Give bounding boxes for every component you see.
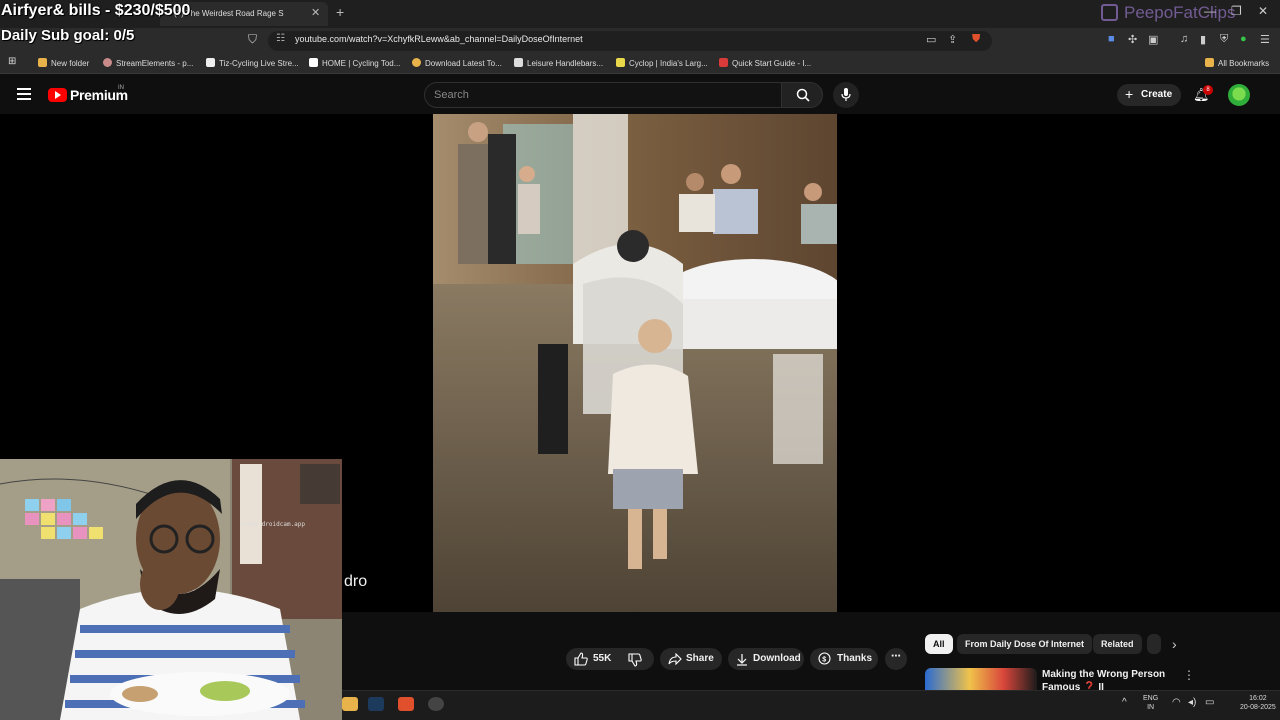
- dislike-icon[interactable]: [628, 653, 642, 667]
- bookmark-leisure-handlebars[interactable]: Leisure Handlebars...: [514, 58, 603, 68]
- bookmark-page-icon[interactable]: ⛉: [248, 32, 257, 47]
- bookmark-download-latest[interactable]: Download Latest To...: [412, 58, 502, 68]
- sidebar-icon[interactable]: ▮: [1200, 33, 1206, 46]
- clock[interactable]: 16:02 20-08-2025: [1240, 694, 1276, 712]
- twitch-icon: [1101, 4, 1118, 21]
- webcam-caption: dro: [344, 573, 368, 590]
- webcam-app-tag: using droidcam.app: [240, 521, 305, 528]
- recommendation-menu-icon[interactable]: ⋮: [1183, 668, 1195, 682]
- file-explorer-icon[interactable]: [342, 697, 358, 711]
- folder-icon: [1205, 58, 1214, 67]
- search-input[interactable]: [424, 82, 782, 108]
- brave-browser-icon[interactable]: [398, 697, 414, 711]
- browser-toolbar: [0, 28, 1280, 54]
- account-avatar[interactable]: [1228, 84, 1250, 106]
- notification-count-badge: 8: [1203, 85, 1213, 95]
- guide-menu-icon[interactable]: [17, 88, 31, 100]
- webcam-feed-image: using droidcam.app: [0, 459, 342, 720]
- address-url[interactable]: youtube.com/watch?v=XchyfkRLeww&ab_chann…: [295, 34, 583, 44]
- menu-icon[interactable]: ☰: [1260, 33, 1270, 46]
- bookmark-tiz-cycling[interactable]: Tiz-Cycling Live Stre...: [206, 58, 299, 68]
- thanks-icon: $: [818, 652, 831, 665]
- tray-chevron-up-icon[interactable]: ^: [1122, 697, 1127, 708]
- screen: (3) The Weirdest Road Rage S ✕ + — ❐ ✕ ⛉…: [0, 0, 1280, 720]
- more-icon: ⋯: [891, 651, 901, 662]
- chevron-right-icon[interactable]: ›: [1172, 636, 1177, 652]
- bookmark-streamelements[interactable]: StreamElements - p...: [103, 58, 193, 68]
- bookmark-quick-start[interactable]: Quick Start Guide - I...: [719, 58, 811, 68]
- wifi-icon[interactable]: ◠: [1172, 697, 1181, 708]
- new-tab-button[interactable]: +: [336, 4, 344, 20]
- site-favicon-icon: [616, 58, 625, 67]
- share-icon: [668, 653, 682, 665]
- battery-icon[interactable]: ▭: [1205, 697, 1214, 708]
- chip-overflow[interactable]: [1147, 634, 1161, 654]
- like-count[interactable]: 55K: [593, 653, 611, 664]
- search-placeholder: Search: [434, 89, 469, 101]
- like-dislike-segment: 55K: [566, 648, 654, 670]
- site-favicon-icon: [514, 58, 523, 67]
- site-favicon-icon: [103, 58, 112, 67]
- volume-icon[interactable]: ◂): [1188, 697, 1196, 708]
- bookmark-new-folder[interactable]: New folder: [38, 58, 89, 68]
- vpn-icon[interactable]: ⛨: [1220, 33, 1228, 46]
- folder-icon: [38, 58, 47, 67]
- tab-close-icon[interactable]: ✕: [311, 6, 320, 19]
- close-window-icon[interactable]: ✕: [1258, 4, 1268, 18]
- puzzle-icon[interactable]: ✣: [1128, 33, 1137, 46]
- thanks-button[interactable]: $ Thanks: [810, 648, 878, 670]
- microphone-icon: [841, 88, 851, 101]
- profile-dot-icon[interactable]: ●: [1240, 33, 1247, 45]
- site-favicon-icon: [206, 58, 215, 67]
- share-button[interactable]: Share: [660, 648, 722, 670]
- site-favicon-icon: [719, 58, 728, 67]
- extension-icon[interactable]: ■: [1108, 33, 1115, 45]
- site-favicon-icon: [412, 58, 421, 67]
- download-button[interactable]: Download: [728, 648, 804, 670]
- all-bookmarks[interactable]: All Bookmarks: [1205, 58, 1269, 68]
- channel-watermark: PeepoFatClips: [1101, 3, 1236, 23]
- plus-icon: +: [1125, 86, 1134, 102]
- recommendation-thumbnail[interactable]: [925, 668, 1037, 690]
- brave-shield-icon[interactable]: ⛊: [972, 33, 980, 46]
- wallet-icon[interactable]: ▣: [1148, 33, 1158, 46]
- share-page-icon[interactable]: ⇪: [948, 33, 957, 46]
- search-icon: [796, 88, 810, 102]
- chip-related[interactable]: Related: [1093, 634, 1142, 654]
- search-button[interactable]: [781, 82, 823, 108]
- like-icon[interactable]: [574, 652, 588, 666]
- input-language[interactable]: ENG IN: [1143, 694, 1158, 712]
- steam-icon[interactable]: [368, 697, 384, 711]
- bookmark-cycling-today[interactable]: HOME | Cycling Tod...: [309, 58, 400, 68]
- cast-icon[interactable]: ▭: [926, 33, 936, 46]
- youtube-logo-icon[interactable]: [48, 88, 67, 102]
- site-favicon-icon: [309, 58, 318, 67]
- more-actions-button[interactable]: ⋯: [885, 648, 907, 670]
- download-icon: [737, 654, 747, 666]
- video-scene-image: [433, 114, 837, 612]
- donation-goal-overlay: Airfyer& bills - $230/$500: [1, 2, 191, 19]
- chip-from-channel[interactable]: From Daily Dose Of Internet: [957, 634, 1093, 654]
- svg-text:$: $: [822, 657, 826, 664]
- region-code: IN: [118, 85, 124, 91]
- voice-search-button[interactable]: [833, 82, 859, 108]
- chip-all[interactable]: All: [925, 634, 953, 654]
- site-info-icon[interactable]: ☷: [276, 33, 285, 44]
- video-frame[interactable]: [433, 114, 837, 612]
- webcam-overlay: using droidcam.app: [0, 459, 342, 720]
- bookmark-cyclop[interactable]: Cyclop | India's Larg...: [616, 58, 708, 68]
- apps-grid-icon[interactable]: ⊞: [8, 56, 16, 67]
- sub-goal-overlay: Daily Sub goal: 0/5: [1, 27, 135, 44]
- app-icon[interactable]: [428, 697, 444, 711]
- media-icon[interactable]: ♫: [1180, 33, 1188, 45]
